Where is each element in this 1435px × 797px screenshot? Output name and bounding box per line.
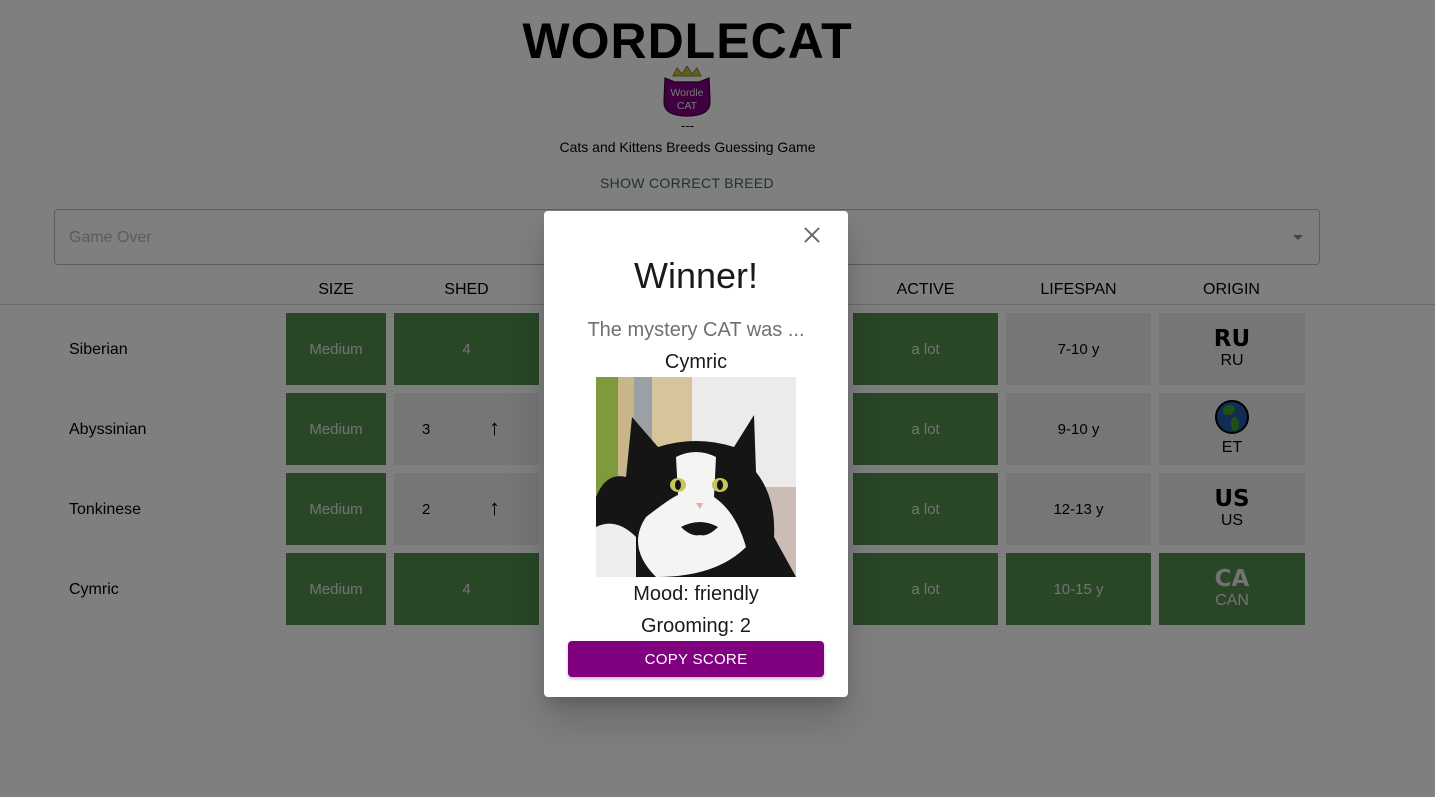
page: WORDLECAT Wordle CAT --- Cats and Kitten… [0,0,1435,797]
mystery-breed: Cymric [664,351,728,373]
copy-score-button[interactable]: COPY SCORE [568,641,824,677]
winner-dialog: Winner! The mystery CAT was ... Cymric M… [544,211,848,697]
mood-text: Mood: friendly [633,583,759,605]
mystery-text: The mystery CAT was ... [587,319,805,341]
dialog-title: Winner! [633,255,759,296]
cat-photo [596,377,796,577]
close-icon[interactable] [802,225,822,245]
grooming-text: Grooming: 2 [640,615,752,637]
